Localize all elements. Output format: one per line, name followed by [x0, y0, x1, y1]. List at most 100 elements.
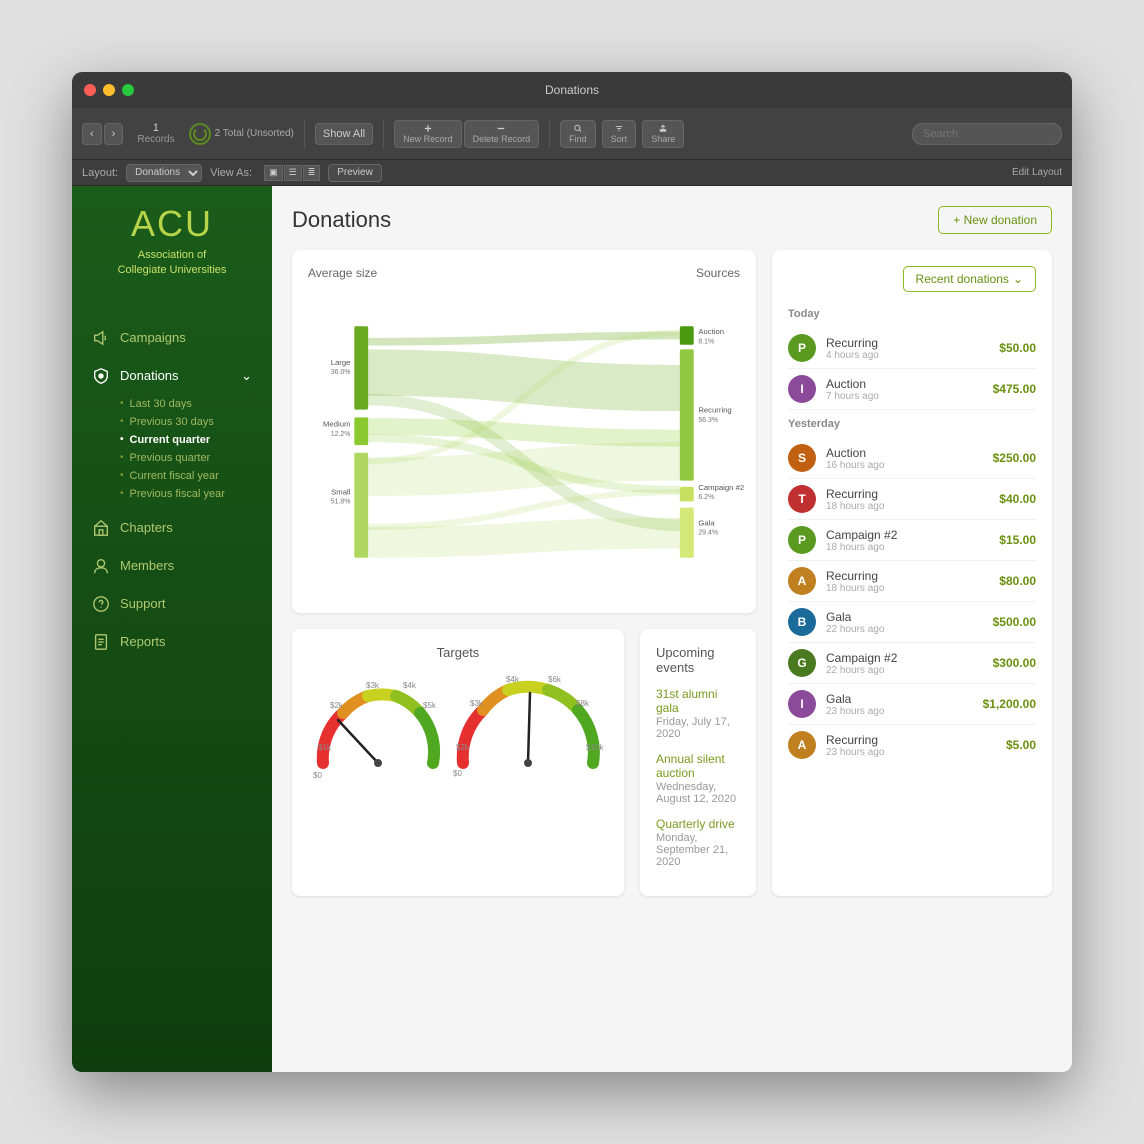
show-all-button[interactable]: Show All: [315, 123, 373, 145]
donation-info: Recurring18 hours ago: [826, 487, 989, 512]
donations-chevron: ⌄: [241, 368, 252, 384]
maximize-dot[interactable]: [122, 84, 134, 96]
donation-item[interactable]: PRecurring4 hours ago$50.00: [788, 328, 1036, 369]
donation-item[interactable]: BGala22 hours ago$500.00: [788, 602, 1036, 643]
submenu-last30[interactable]: Last 30 days: [120, 395, 272, 413]
donation-amount: $15.00: [999, 533, 1036, 547]
svg-text:$3k: $3k: [366, 681, 380, 690]
find-button[interactable]: Find: [560, 120, 596, 148]
forward-button[interactable]: ›: [104, 123, 124, 145]
submenu-prev-fiscal[interactable]: Previous fiscal year: [120, 485, 272, 503]
donation-info: Recurring18 hours ago: [826, 569, 989, 594]
total-unsorted: 2 Total (Unsorted): [215, 128, 294, 139]
submenu-prev-quarter[interactable]: Previous quarter: [120, 449, 272, 467]
sep1: [304, 119, 305, 149]
list-view-btn[interactable]: ☰: [284, 165, 302, 181]
right-panel: Recent donations ⌄ Today PRecurring4 hou…: [772, 250, 1052, 896]
event-name-1[interactable]: 31st alumni gala: [656, 687, 740, 715]
gauge-2: $0 $2k $3k $4k $6k $8k $10k: [448, 668, 608, 778]
svg-text:12.2%: 12.2%: [331, 431, 351, 438]
donation-time: 22 hours ago: [826, 665, 983, 676]
donation-item[interactable]: PCampaign #218 hours ago$15.00: [788, 520, 1036, 561]
donation-info: Gala23 hours ago: [826, 692, 973, 717]
event-name-2[interactable]: Annual silent auction: [656, 752, 740, 780]
donation-amount: $1,200.00: [983, 697, 1036, 711]
sidebar-logo: ACU Association of Collegiate Universiti…: [72, 206, 272, 309]
sidebar: ACU Association of Collegiate Universiti…: [72, 186, 272, 1072]
edit-layout-button[interactable]: Edit Layout: [1012, 167, 1062, 178]
org-name: Association of Collegiate Universities: [92, 242, 252, 299]
sidebar-item-chapters[interactable]: Chapters: [72, 509, 272, 547]
donation-amount: $250.00: [993, 451, 1036, 465]
submenu-prev30[interactable]: Previous 30 days: [120, 413, 272, 431]
donation-item[interactable]: SAuction16 hours ago$250.00: [788, 438, 1036, 479]
delete-record-button[interactable]: Delete Record: [464, 120, 540, 148]
support-icon: [92, 595, 110, 613]
donation-item[interactable]: I Gala23 hours ago $1,200.00: [788, 684, 1036, 725]
chapters-label: Chapters: [120, 520, 173, 535]
minimize-dot[interactable]: [103, 84, 115, 96]
donation-item[interactable]: IAuction7 hours ago$475.00: [788, 369, 1036, 410]
share-button[interactable]: Share: [642, 120, 684, 148]
titlebar: Donations: [72, 72, 1072, 108]
sankey-chart: Large 36.0% Medium 12.2% Small 51.8% Auc…: [308, 292, 740, 592]
record-buttons: New Record Delete Record: [394, 120, 539, 148]
new-donation-button[interactable]: + New donation: [938, 206, 1052, 234]
sort-button[interactable]: Sort: [602, 120, 637, 148]
donation-item[interactable]: GCampaign #222 hours ago$300.00: [788, 643, 1036, 684]
donation-type: Recurring: [826, 336, 989, 350]
table-view-btn[interactable]: ≣: [303, 165, 321, 181]
form-view-btn[interactable]: ▣: [264, 165, 283, 181]
event-item-2: Annual silent auction Wednesday, August …: [656, 752, 740, 805]
sidebar-item-members[interactable]: Members: [72, 547, 272, 585]
donation-amount: $300.00: [993, 656, 1036, 670]
avatar: B: [788, 608, 816, 636]
today-label: Today: [788, 308, 1036, 320]
svg-text:$4k: $4k: [506, 675, 520, 684]
svg-text:$10k: $10k: [586, 743, 604, 752]
donation-item[interactable]: ARecurring18 hours ago$80.00: [788, 561, 1036, 602]
toolbar: ‹ › 1 Records 2 Total (Unsorted) Show Al…: [72, 108, 1072, 160]
avatar: A: [788, 731, 816, 759]
donation-item[interactable]: TRecurring18 hours ago$40.00: [788, 479, 1036, 520]
sidebar-item-donations[interactable]: Donations ⌄: [72, 357, 272, 395]
progress-circle: [189, 123, 211, 145]
sep3: [549, 119, 550, 149]
sidebar-item-support[interactable]: Support: [72, 585, 272, 623]
svg-text:8.1%: 8.1%: [698, 338, 714, 345]
donation-amount: $475.00: [993, 382, 1036, 396]
event-item-1: 31st alumni gala Friday, July 17, 2020: [656, 687, 740, 740]
donation-item[interactable]: ARecurring23 hours ago$5.00: [788, 725, 1036, 765]
sankey-right-title: Sources: [696, 266, 740, 280]
submenu-current-quarter[interactable]: Current quarter: [120, 431, 272, 449]
preview-button[interactable]: Preview: [328, 164, 382, 182]
donations-submenu: Last 30 days Previous 30 days Current qu…: [72, 395, 272, 509]
svg-text:6.2%: 6.2%: [698, 494, 714, 501]
person-icon: [92, 557, 110, 575]
donation-time: 16 hours ago: [826, 460, 983, 471]
donation-info: Campaign #222 hours ago: [826, 651, 983, 676]
back-button[interactable]: ‹: [82, 123, 102, 145]
recent-donations-button[interactable]: Recent donations ⌄: [903, 266, 1036, 292]
event-name-3[interactable]: Quarterly drive: [656, 817, 740, 831]
svg-text:$0: $0: [313, 771, 322, 778]
sidebar-item-reports[interactable]: Reports: [72, 623, 272, 661]
svg-text:$2k: $2k: [330, 701, 344, 710]
event-date-2: Wednesday, August 12, 2020: [656, 781, 740, 805]
members-label: Members: [120, 558, 174, 573]
layout-select[interactable]: Donations: [126, 164, 202, 182]
close-dot[interactable]: [84, 84, 96, 96]
layout-label: Layout:: [82, 167, 118, 179]
page-title: Donations: [292, 207, 391, 233]
avatar: S: [788, 444, 816, 472]
new-record-button[interactable]: New Record: [394, 120, 462, 148]
avatar: I: [788, 690, 816, 718]
sidebar-item-campaigns[interactable]: Campaigns: [72, 319, 272, 357]
search-input[interactable]: [912, 123, 1062, 145]
support-label: Support: [120, 596, 166, 611]
donation-time: 18 hours ago: [826, 501, 989, 512]
svg-text:$6k: $6k: [548, 675, 562, 684]
submenu-current-fiscal[interactable]: Current fiscal year: [120, 467, 272, 485]
reports-label: Reports: [120, 634, 166, 649]
event-item-3: Quarterly drive Monday, September 21, 20…: [656, 817, 740, 868]
